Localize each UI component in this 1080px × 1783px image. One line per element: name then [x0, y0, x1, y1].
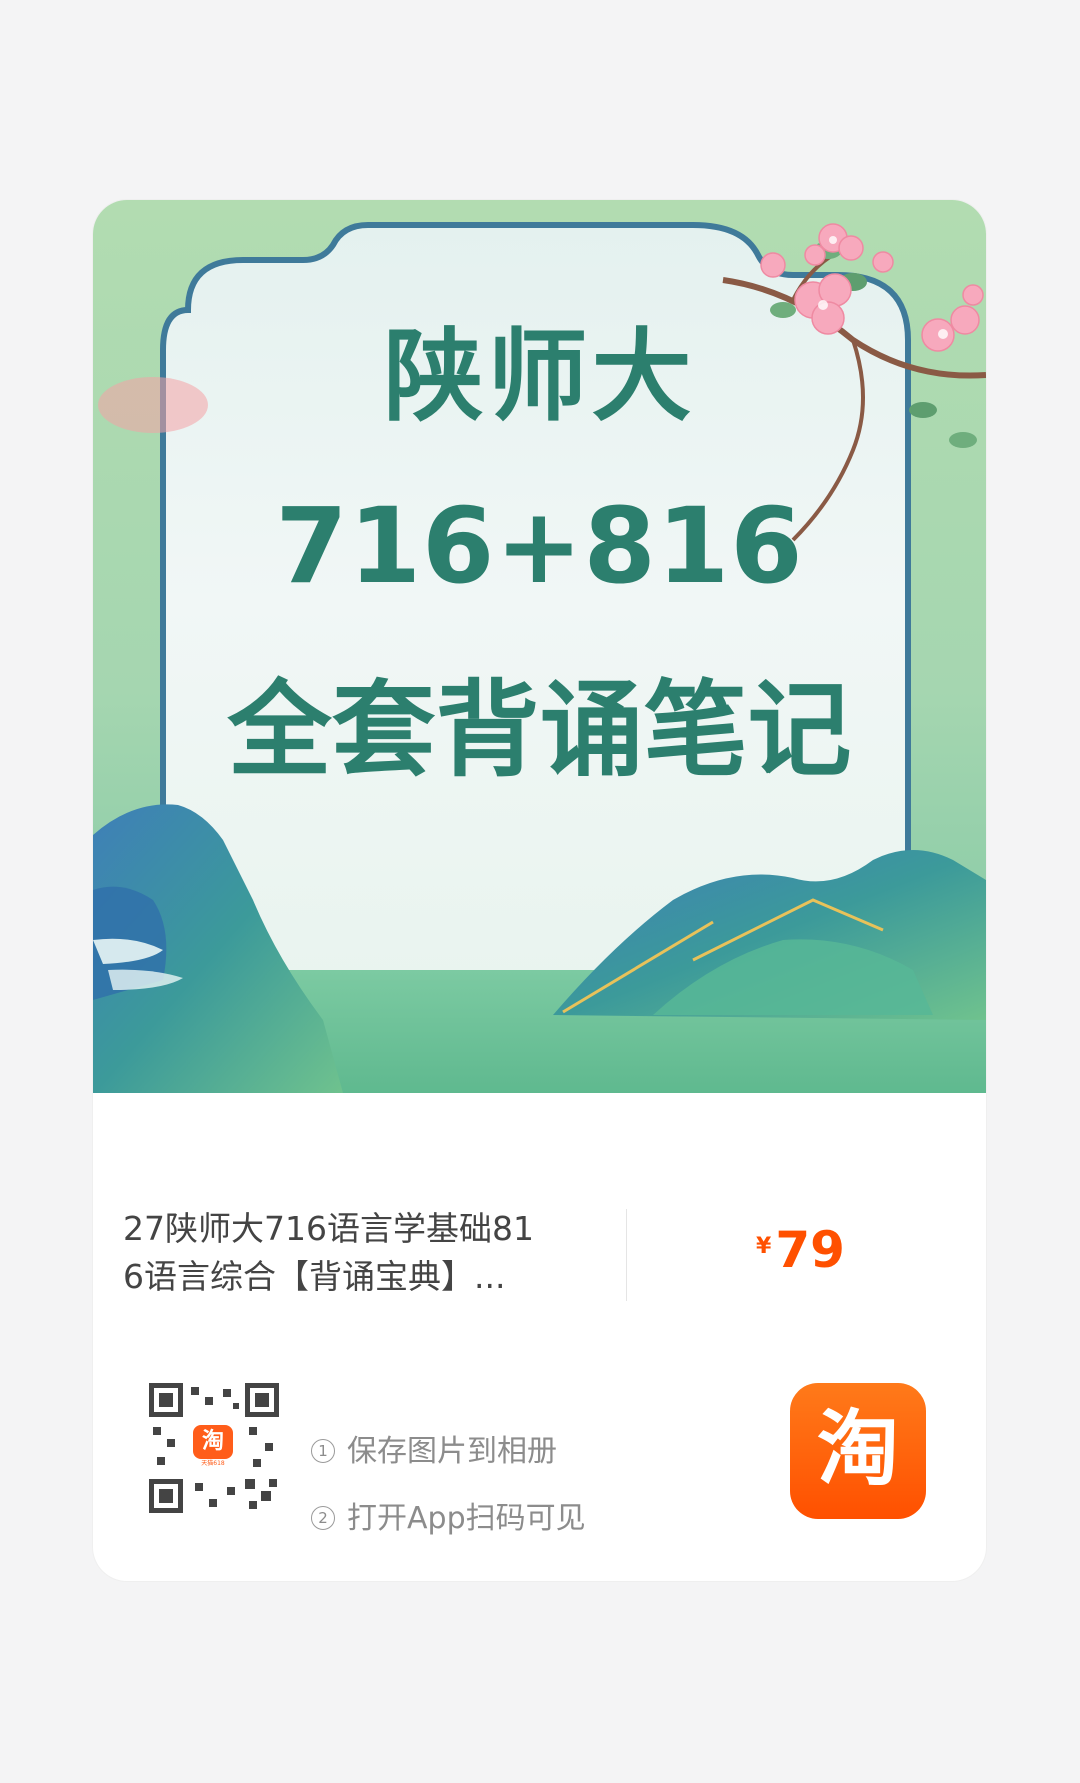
step-1-text: 保存图片到相册	[347, 1434, 557, 1469]
product-share-card: 陕师大 716+816 全套背诵笔记 27陕师大716语言学基础81 6语言综合…	[93, 200, 986, 1581]
taobao-app-icon[interactable]: 淘	[790, 1383, 926, 1519]
banner-title-notes: 全套背诵笔记	[227, 669, 852, 791]
step-1-number: 1	[311, 1439, 335, 1463]
product-info-section: 27陕师大716语言学基础81 6语言综合【背诵宝典】... ¥79 淘 天猫6…	[93, 1093, 986, 1581]
product-title[interactable]: 27陕师大716语言学基础81 6语言综合【背诵宝典】...	[123, 1205, 603, 1301]
product-title-line-1: 27陕师大716语言学基础81	[123, 1209, 534, 1248]
qr-code-icon[interactable]: 淘 天猫618	[149, 1383, 279, 1513]
instruction-step-2: 2 打开App扫码可见	[311, 1493, 586, 1537]
step-2-number: 2	[311, 1506, 335, 1530]
taobao-mini-glyph: 淘	[193, 1425, 233, 1459]
taobao-mini-caption: 天猫618	[201, 1460, 225, 1467]
divider	[626, 1209, 627, 1301]
instruction-step-1: 1 保存图片到相册	[311, 1426, 557, 1470]
price-amount: 79	[775, 1221, 845, 1279]
taobao-mini-logo: 淘 天猫618	[189, 1423, 237, 1471]
banner-title-codes: 716+816	[275, 485, 804, 607]
product-banner-image[interactable]: 陕师大 716+816 全套背诵笔记	[93, 200, 986, 1093]
price-currency: ¥	[756, 1234, 772, 1259]
product-title-line-2: 6语言综合【背诵宝典】...	[123, 1257, 506, 1296]
banner-title-school: 陕师大	[383, 318, 696, 435]
product-price: ¥79	[756, 1221, 845, 1279]
step-2-text: 打开App扫码可见	[347, 1501, 586, 1536]
